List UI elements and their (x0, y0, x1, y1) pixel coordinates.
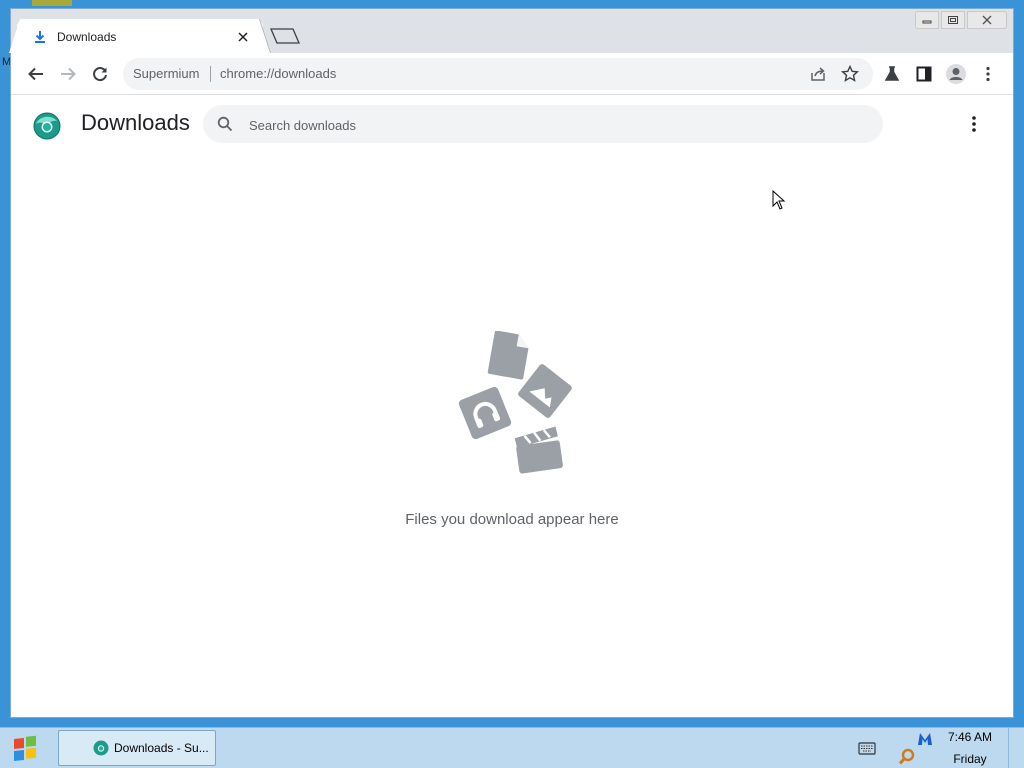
page-title: Downloads (81, 110, 190, 135)
tab-strip: Downloads (9, 9, 1013, 53)
arrow-left-icon (28, 67, 43, 81)
tab-title: Downloads (57, 30, 117, 44)
arrow-right-icon (61, 67, 76, 81)
browser-toolbar: Supermium chrome://downloads (11, 53, 1013, 95)
taskbar-item-browser[interactable]: Downloads - Su... (58, 730, 216, 766)
search-box[interactable] (203, 105, 883, 145)
bookmark-star-icon[interactable] (841, 65, 859, 83)
mouse-cursor-icon (772, 190, 786, 210)
minimize-button[interactable] (915, 11, 939, 29)
back-button[interactable] (24, 62, 48, 86)
new-tab-button[interactable] (269, 27, 301, 45)
close-window-button[interactable] (967, 11, 1007, 29)
side-panel-icon (916, 66, 932, 82)
browser-menu-button[interactable] (976, 62, 1000, 86)
desktop-icon-partial[interactable] (32, 0, 72, 6)
page-more-icon[interactable] (965, 115, 983, 133)
extensions-button[interactable] (880, 62, 904, 86)
more-vert-icon (986, 66, 990, 82)
tab-close-button[interactable] (235, 29, 251, 45)
minimize-icon (922, 20, 932, 24)
site-name: Supermium (133, 66, 200, 81)
close-icon (982, 15, 992, 25)
supermium-logo-icon (33, 112, 61, 140)
browser-window: Downloads Supermium chrome://downloads D… (9, 8, 1014, 718)
search-input[interactable] (247, 105, 851, 145)
image-file-icon (518, 364, 572, 418)
keyboard-icon[interactable] (858, 740, 876, 756)
restore-button[interactable] (941, 11, 965, 29)
taskbar-item-label: Downloads - Su... (114, 741, 209, 755)
magnifier-icon[interactable] (898, 748, 916, 766)
address-bar[interactable]: Supermium chrome://downloads (123, 58, 873, 90)
omnibox-divider (210, 66, 211, 82)
tab-downloads[interactable]: Downloads (9, 19, 271, 53)
video-file-icon (514, 426, 563, 474)
malwarebytes-icon[interactable] (916, 731, 934, 747)
search-icon (217, 116, 233, 132)
audio-file-icon (458, 386, 512, 440)
empty-downloads-illustration (458, 331, 572, 474)
supermium-logo-icon (93, 740, 109, 756)
download-icon (35, 31, 45, 43)
reload-icon (93, 67, 107, 82)
forward-button[interactable] (56, 62, 80, 86)
side-panel-button[interactable] (912, 62, 936, 86)
restore-icon (948, 16, 958, 24)
reload-button[interactable] (88, 62, 112, 86)
show-desktop-button[interactable] (1008, 728, 1024, 768)
downloads-page: Downloads Search downloads Files you dow… (11, 95, 1013, 717)
start-button[interactable] (6, 732, 46, 764)
flask-icon (884, 66, 900, 81)
tray-clock-day[interactable]: Friday (940, 752, 1000, 766)
close-icon (238, 32, 248, 42)
url-text[interactable]: chrome://downloads (220, 66, 336, 81)
empty-state-message: Files you download appear here (405, 511, 619, 528)
document-icon (487, 331, 529, 380)
share-icon[interactable] (809, 65, 827, 83)
avatar-icon (946, 64, 966, 84)
profile-button[interactable] (944, 62, 968, 86)
tray-clock-time[interactable]: 7:46 AM (940, 730, 1000, 744)
taskbar: Downloads - Su... 7:46 AM Friday (0, 727, 1024, 768)
